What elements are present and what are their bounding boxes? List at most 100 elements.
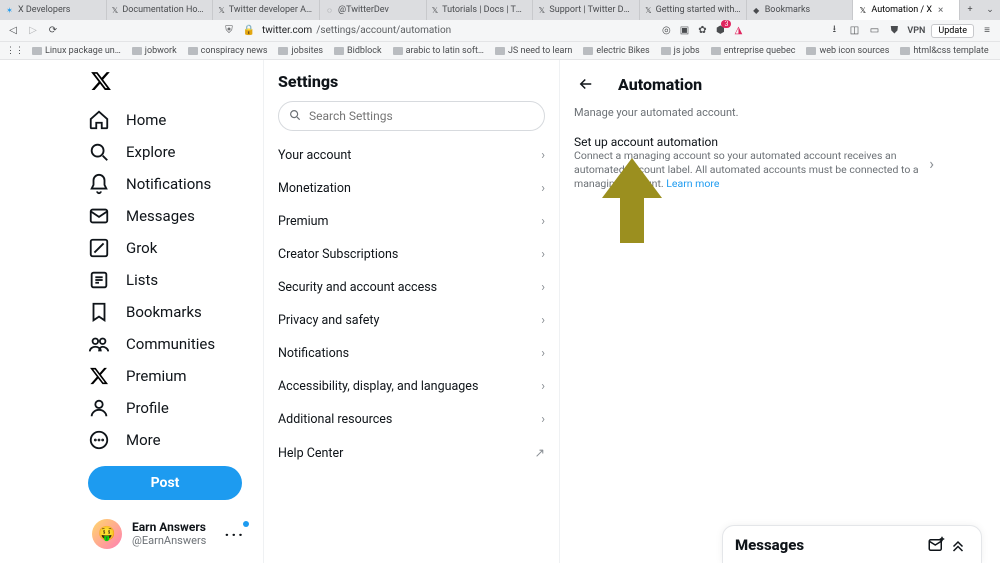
url-display[interactable]: twitter.com/settings/account/automation [262,25,451,36]
browser-tab[interactable]: ◌@TwitterDev [320,0,427,20]
settings-security-access[interactable]: Security and account access› [264,271,559,304]
vpn-label: VPN [907,26,925,36]
settings-search-input[interactable] [278,101,545,131]
account-switcher[interactable]: Earn Answers @EarnAnswers ··· [88,513,255,555]
bookmark-item[interactable]: electric Bikes [580,46,652,56]
setup-automation-row[interactable]: Set up account automation Connect a mana… [560,133,948,194]
browser-tab[interactable]: 𝕏Documentation Home | Docs [107,0,214,20]
close-icon[interactable]: × [936,5,943,16]
post-button[interactable]: Post [88,466,242,500]
automation-column: Automation Manage your automated account… [560,60,1000,563]
vpn-shield-icon[interactable]: ⛊ [887,24,901,38]
bookmark-item[interactable]: dev tools [997,46,1000,56]
brave-icon[interactable]: ◮ [731,24,745,38]
menu-button[interactable]: ≡ [980,24,994,38]
chevron-right-icon: › [541,280,545,295]
update-button[interactable]: Update [931,24,974,38]
account-name: Earn Answers [132,521,206,534]
learn-more-link[interactable]: Learn more [666,177,719,190]
folder-icon [661,47,671,55]
nav-communities[interactable]: Communities [88,328,255,360]
avatar [92,519,122,549]
setup-automation-title: Set up account automation [574,135,921,149]
chevron-right-icon: › [541,214,545,229]
browser-tab-active[interactable]: 𝕏Automation / X× [853,0,960,20]
nav-bookmarks[interactable]: Bookmarks [88,296,255,328]
browser-address-bar: ◁ ▷ ⟳ ⛨ 🔒 twitter.com/settings/account/a… [0,20,1000,42]
back-button[interactable] [574,72,598,96]
nav-profile[interactable]: Profile [88,392,255,424]
settings-privacy-safety[interactable]: Privacy and safety› [264,304,559,337]
reload-button[interactable]: ⟳ [46,24,60,38]
settings-notifications[interactable]: Notifications› [264,337,559,370]
x-icon [88,365,110,387]
extension-icon[interactable]: ◎ [659,24,673,38]
bookmark-item[interactable]: arabic to latin soft… [390,46,487,56]
bookmark-icon: ◆ [752,6,761,15]
people-icon [88,333,110,355]
bookmark-item[interactable]: Bidblock [331,46,385,56]
bookmark-item[interactable]: entreprise quebec [708,46,799,56]
nav-grok[interactable]: Grok [88,232,255,264]
x-icon: 𝕏 [432,6,438,15]
account-more[interactable]: ··· [225,525,251,544]
download-icon[interactable]: ⭳ [827,24,841,38]
settings-premium[interactable]: Premium› [264,205,559,238]
bird-icon: ✶ [5,6,14,15]
nav-lists[interactable]: Lists [88,264,255,296]
back-button[interactable]: ◁ [6,24,20,38]
folder-icon [278,47,288,55]
browser-tab[interactable]: 𝕏Getting started with Postman [640,0,747,20]
expand-dock-icon[interactable] [947,534,969,556]
browser-tab[interactable]: 𝕏Tutorials | Docs | Twitter Developer [427,0,534,20]
chevron-right-icon: › [541,379,545,394]
settings-creator-subscriptions[interactable]: Creator Subscriptions› [264,238,559,271]
x-logo[interactable] [88,68,114,94]
settings-monetization[interactable]: Monetization› [264,172,559,205]
search-icon [288,108,302,122]
bookmark-item[interactable]: js jobs [658,46,703,56]
bookmark-item[interactable]: conspiracy news [185,46,271,56]
wallet-icon[interactable]: ▭ [867,24,881,38]
messages-dock[interactable]: Messages [722,525,982,563]
settings-search[interactable] [278,101,545,131]
x-icon: 𝕏 [218,6,224,15]
bookmark-item[interactable]: JS need to learn [492,46,575,56]
folder-icon [188,47,198,55]
shield-icon[interactable]: ⛨ [222,24,236,38]
apps-icon[interactable]: ⋮⋮ [6,46,24,56]
nav-explore[interactable]: Explore [88,136,255,168]
bookmark-item[interactable]: Linux package un… [29,46,124,56]
nav-more[interactable]: More [88,424,255,456]
nav-premium[interactable]: Premium [88,360,255,392]
extension-icon[interactable]: ✿ [695,24,709,38]
browser-tab[interactable]: ◆Bookmarks [747,0,854,20]
settings-accessibility[interactable]: Accessibility, display, and languages› [264,370,559,403]
settings-additional-resources[interactable]: Additional resources› [264,403,559,436]
settings-your-account[interactable]: Your account› [264,139,559,172]
settings-help-center[interactable]: Help Center↗ [264,436,559,470]
primary-nav: Home Explore Notifications Messages Grok… [0,60,263,563]
browser-tab[interactable]: 𝕏Support | Twitter Developer [533,0,640,20]
nav-messages[interactable]: Messages [88,200,255,232]
bookmark-item[interactable]: html&css template [897,46,991,56]
sidebar-icon[interactable]: ◫ [847,24,861,38]
x-icon: 𝕏 [858,6,867,15]
browser-tab[interactable]: ✶X Developers [0,0,107,20]
new-message-icon[interactable] [925,534,947,556]
forward-button[interactable]: ▷ [26,24,40,38]
nav-notifications[interactable]: Notifications [88,168,255,200]
extension-icon[interactable]: ▣ [677,24,691,38]
bookmark-item[interactable]: jobsites [275,46,326,56]
tab-overflow-button[interactable]: ⌄ [980,0,1000,20]
bookmark-icon [88,301,110,323]
new-tab-button[interactable]: + [960,0,980,20]
home-icon [88,109,110,131]
browser-tab[interactable]: 𝕏Twitter developer Apps overview [213,0,320,20]
bookmark-item[interactable]: jobwork [129,46,180,56]
bookmark-item[interactable]: web icon sources [803,46,892,56]
nav-home[interactable]: Home [88,104,255,136]
lock-icon: 🔒 [242,24,256,38]
extension-icon[interactable]: ⬢ [713,24,727,38]
bell-icon [88,173,110,195]
